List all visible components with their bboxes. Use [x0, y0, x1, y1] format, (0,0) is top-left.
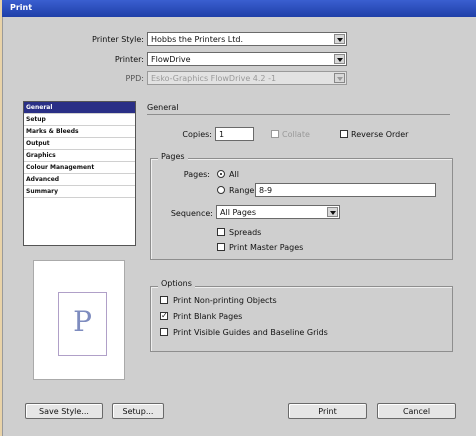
category-output[interactable]: Output [24, 138, 135, 150]
range-radio[interactable] [217, 186, 225, 194]
print-nonprinting-label: Print Non-printing Objects [173, 296, 277, 305]
chevron-down-icon [334, 73, 345, 83]
print-button[interactable]: Print [288, 403, 367, 419]
category-summary[interactable]: Summary [24, 186, 135, 198]
sequence-select[interactable]: All Pages [216, 205, 340, 219]
setup-button[interactable]: Setup... [112, 403, 164, 419]
spreads-label: Spreads [229, 228, 262, 237]
ppd-select: Esko-Graphics FlowDrive 4.2 -1 [147, 71, 347, 85]
print-nonprinting-checkbox[interactable] [160, 296, 168, 304]
range-label: Range: [229, 186, 258, 195]
category-list: General Setup Marks & Bleeds Output Grap… [23, 101, 136, 246]
sequence-label: Sequence: [170, 209, 213, 218]
copies-label: Copies: [182, 130, 212, 139]
collate-label: Collate [282, 130, 310, 139]
reverse-order-label: Reverse Order [351, 130, 409, 139]
range-input[interactable]: 8-9 [255, 183, 436, 197]
general-divider [147, 114, 450, 115]
print-master-pages-checkbox[interactable] [217, 243, 225, 251]
print-master-pages-label: Print Master Pages [229, 243, 304, 252]
sequence-value: All Pages [220, 208, 256, 217]
spreads-checkbox[interactable] [217, 228, 225, 236]
window-title: Print [10, 3, 33, 12]
general-section-title: General [147, 103, 179, 112]
printer-style-select[interactable]: Hobbs the Printers Ltd. [147, 32, 347, 46]
preview-page-thumbnail: P [58, 292, 107, 356]
category-advanced[interactable]: Advanced [24, 174, 135, 186]
chevron-down-icon [334, 54, 345, 64]
printer-label: Printer: [114, 55, 144, 64]
cancel-button[interactable]: Cancel [377, 403, 456, 419]
printer-style-label: Printer Style: [92, 35, 144, 44]
print-guides-label: Print Visible Guides and Baseline Grids [173, 328, 328, 337]
reverse-order-checkbox[interactable] [340, 130, 348, 138]
chevron-down-icon [334, 34, 345, 44]
pages-group-title: Pages [158, 152, 188, 161]
preview-letter: P [73, 305, 92, 338]
printer-style-value: Hobbs the Printers Ltd. [151, 35, 243, 44]
category-setup[interactable]: Setup [24, 114, 135, 126]
printer-value: FlowDrive [151, 55, 191, 64]
ppd-label: PPD: [125, 74, 144, 83]
category-marks-bleeds[interactable]: Marks & Bleeds [24, 126, 135, 138]
print-blank-pages-checkbox[interactable]: ✓ [160, 312, 168, 320]
options-group-title: Options [158, 279, 195, 288]
window-title-bar: Print [2, 0, 476, 17]
pages-label: Pages: [183, 170, 210, 179]
category-graphics[interactable]: Graphics [24, 150, 135, 162]
chevron-down-icon [327, 207, 338, 217]
ppd-value: Esko-Graphics FlowDrive 4.2 -1 [151, 74, 277, 83]
all-pages-label: All [229, 170, 239, 179]
all-pages-radio[interactable] [217, 170, 225, 178]
print-blank-pages-label: Print Blank Pages [173, 312, 243, 321]
copies-input[interactable]: 1 [215, 127, 254, 141]
category-general[interactable]: General [24, 102, 135, 114]
print-guides-checkbox[interactable] [160, 328, 168, 336]
checkmark-icon: ✓ [161, 311, 168, 320]
printer-select[interactable]: FlowDrive [147, 52, 347, 66]
collate-checkbox [271, 130, 279, 138]
save-style-button[interactable]: Save Style... [25, 403, 103, 419]
category-colour-management[interactable]: Colour Management [24, 162, 135, 174]
